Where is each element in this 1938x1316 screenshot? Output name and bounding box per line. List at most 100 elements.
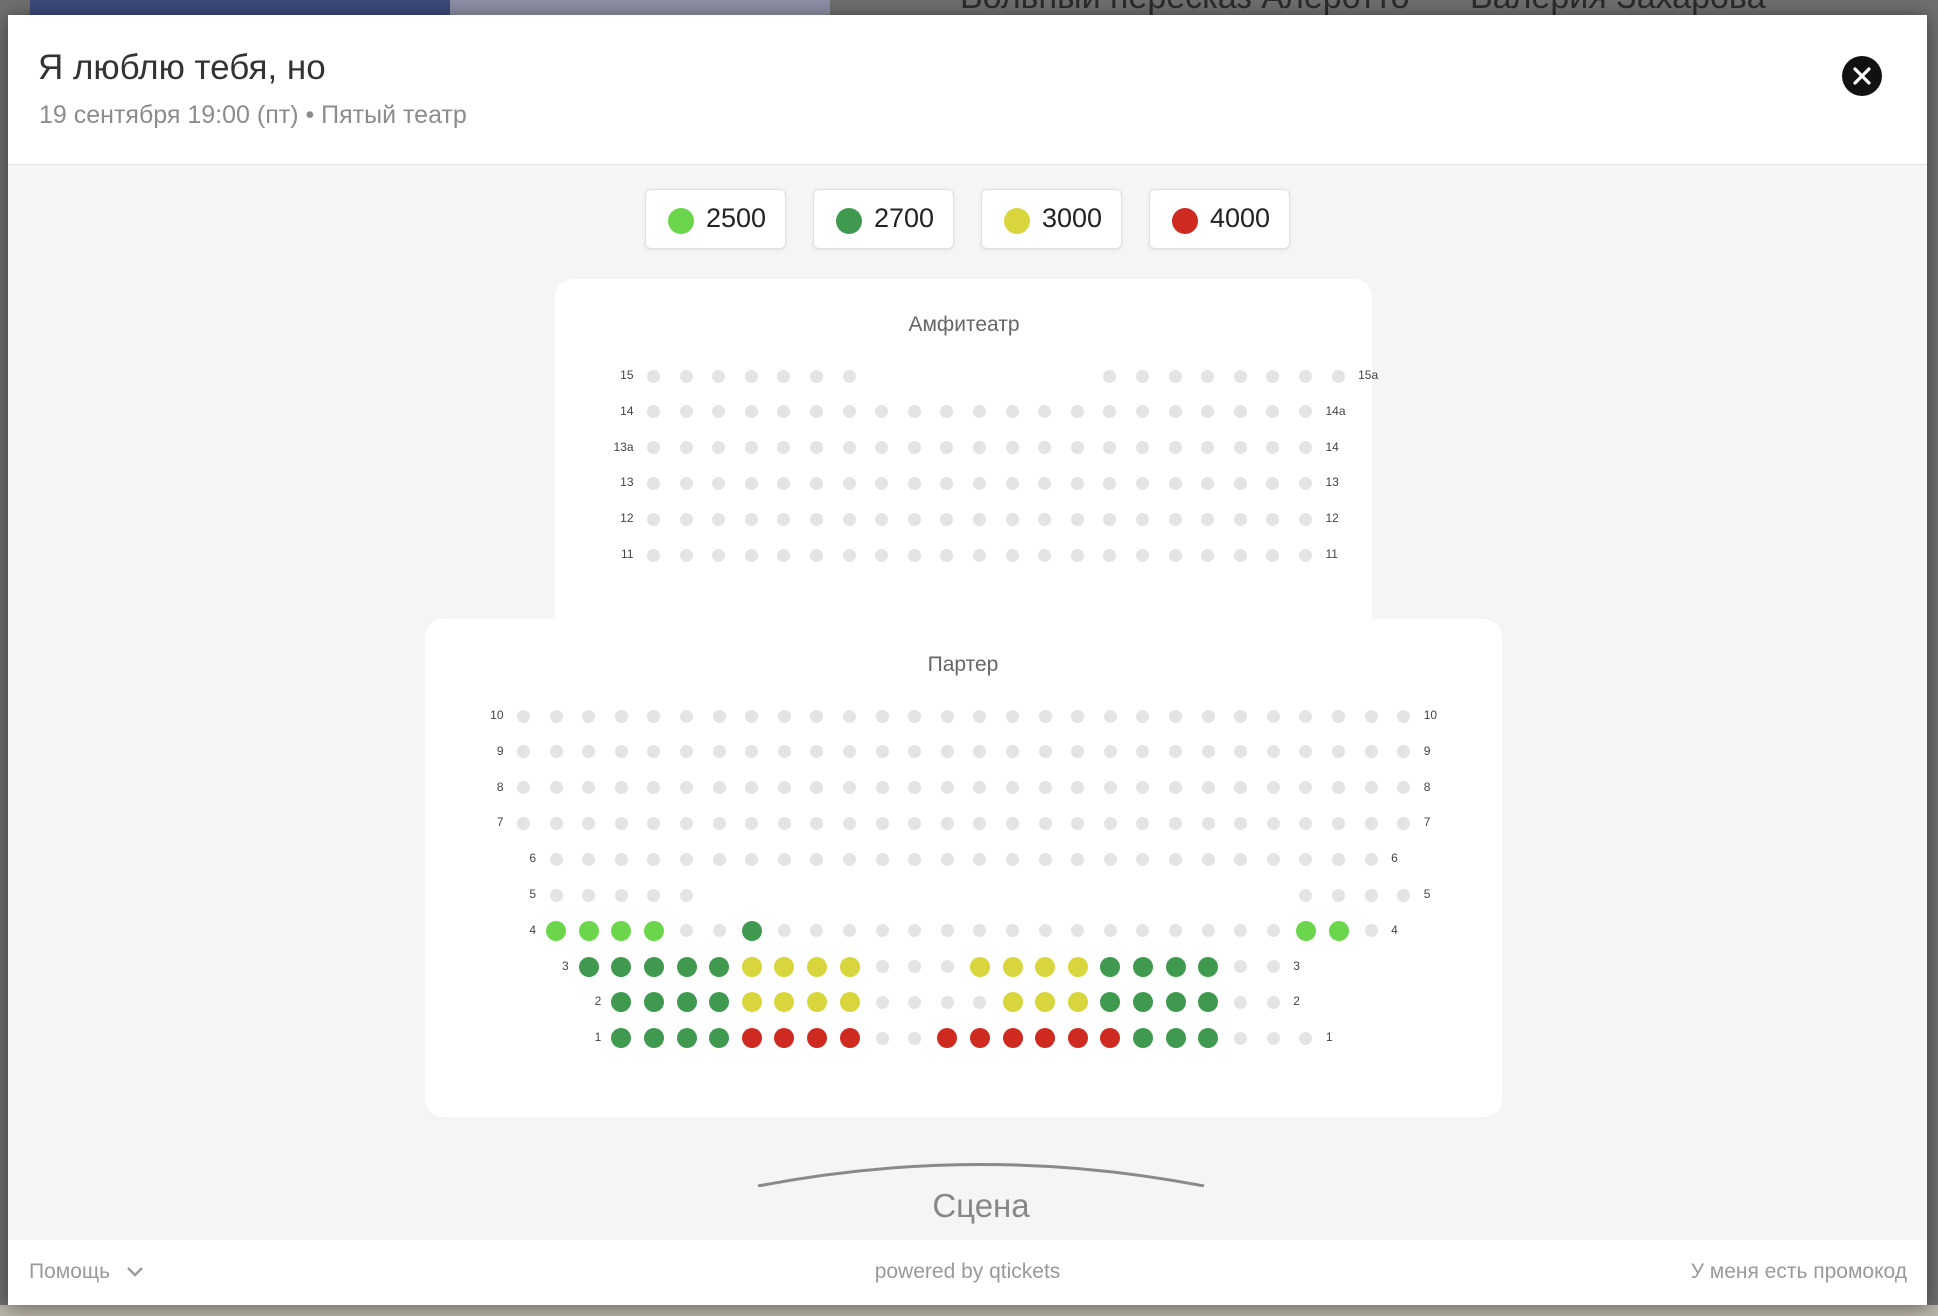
seat-unavailable <box>680 816 693 830</box>
seat-unavailable <box>744 476 758 490</box>
seat-unavailable <box>582 888 596 902</box>
seat-available-2700[interactable] <box>1132 956 1153 977</box>
seat-available-2700[interactable] <box>709 956 730 977</box>
seat-unavailable <box>1299 548 1312 562</box>
seat-available-2500[interactable] <box>546 920 567 941</box>
seat-available-4000[interactable] <box>1002 1028 1023 1049</box>
seat-unavailable <box>712 745 726 759</box>
row-label-left: 5 <box>529 887 537 901</box>
seat-available-2700[interactable] <box>1165 956 1186 977</box>
seat-available-3000[interactable] <box>1035 956 1056 977</box>
row-label-right: 14а <box>1325 403 1346 418</box>
seat-unavailable <box>1070 548 1084 562</box>
seat-unavailable <box>842 476 856 490</box>
seat-available-3000[interactable] <box>839 956 860 977</box>
seat-unavailable <box>712 548 726 562</box>
seat-available-2700[interactable] <box>1198 956 1219 977</box>
seat-unavailable <box>843 852 856 866</box>
row-label-left: 2 <box>594 994 602 1009</box>
seat-unavailable <box>1299 476 1312 490</box>
seat-available-2700[interactable] <box>676 1028 697 1049</box>
seat-available-4000[interactable] <box>741 1028 762 1049</box>
seat-unavailable <box>1169 781 1182 795</box>
seat-unavailable <box>1233 512 1247 526</box>
seat-available-2700[interactable] <box>643 956 664 977</box>
seat-available-3000[interactable] <box>1067 956 1088 977</box>
seat-available-3000[interactable] <box>839 992 860 1013</box>
seat-unavailable <box>875 960 889 974</box>
seat-unavailable <box>1364 816 1378 830</box>
seat-unavailable <box>1234 816 1248 830</box>
seat-available-2700[interactable] <box>1165 1028 1186 1049</box>
seat-available-2700[interactable] <box>1132 1028 1153 1049</box>
seat-available-2700[interactable] <box>643 1028 664 1049</box>
seat-unavailable <box>1332 888 1345 902</box>
row-label-left: 3 <box>562 958 569 973</box>
seat-available-2500[interactable] <box>611 920 632 941</box>
seat-available-3000[interactable] <box>1002 992 1023 1013</box>
seat-available-4000[interactable] <box>806 1028 827 1049</box>
seat-unavailable <box>1168 441 1182 455</box>
seat-available-2700[interactable] <box>676 992 697 1013</box>
row-label-right: 15а <box>1358 368 1379 382</box>
seat-unavailable <box>1005 441 1019 455</box>
seat-available-2700[interactable] <box>1100 956 1121 977</box>
seat-available-2700[interactable] <box>741 920 762 941</box>
seat-available-3000[interactable] <box>1002 956 1023 977</box>
seat-unavailable <box>1266 995 1280 1009</box>
seat-available-2700[interactable] <box>1165 992 1186 1013</box>
seat-unavailable <box>1006 852 1019 866</box>
seat-unavailable <box>679 441 693 455</box>
seat-available-3000[interactable] <box>774 956 795 977</box>
seat-available-2500[interactable] <box>578 920 599 941</box>
seat-unavailable <box>843 709 856 723</box>
seat-unavailable <box>745 852 759 866</box>
seat-available-4000[interactable] <box>839 1028 860 1049</box>
seat-available-4000[interactable] <box>969 1028 990 1049</box>
seat-unavailable <box>1038 548 1052 562</box>
section-title-amphitheater: Амфитеатр <box>908 313 1020 336</box>
seat-unavailable <box>777 548 791 562</box>
seat-available-3000[interactable] <box>741 956 762 977</box>
seat-available-3000[interactable] <box>1067 992 1088 1013</box>
seat-available-3000[interactable] <box>741 992 762 1013</box>
seat-available-2500[interactable] <box>1328 920 1349 941</box>
row-label-right: 10 <box>1423 708 1438 722</box>
seat-available-2500[interactable] <box>1295 920 1316 941</box>
seat-unavailable <box>810 476 823 490</box>
seat-available-2500[interactable] <box>643 920 664 941</box>
promo-code-link[interactable]: У меня есть промокод <box>1691 1260 1907 1284</box>
seat-unavailable <box>1364 745 1378 759</box>
seat-unavailable <box>647 512 660 526</box>
stage-arc <box>757 1163 1205 1188</box>
seat-unavailable <box>875 709 889 723</box>
seat-unavailable <box>875 548 889 562</box>
seat-unavailable <box>1233 476 1247 490</box>
seat-unavailable <box>940 816 954 830</box>
seat-unavailable <box>1397 709 1411 723</box>
seat-unavailable <box>582 816 596 830</box>
seat-unavailable <box>908 709 922 723</box>
seat-unavailable <box>680 709 693 723</box>
seat-available-3000[interactable] <box>806 956 827 977</box>
seat-unavailable <box>1332 816 1345 830</box>
seat-available-3000[interactable] <box>969 956 990 977</box>
seat-available-2700[interactable] <box>676 956 697 977</box>
seat-unavailable <box>1299 369 1312 383</box>
seat-available-2700[interactable] <box>578 956 599 977</box>
seat-unavailable <box>744 369 758 383</box>
seat-unavailable <box>1332 781 1345 795</box>
seat-unavailable <box>1201 369 1215 383</box>
seat-available-2700[interactable] <box>611 956 632 977</box>
seat-unavailable <box>1038 512 1052 526</box>
seat-available-4000[interactable] <box>1067 1028 1088 1049</box>
seat-unavailable <box>1266 816 1280 830</box>
background-poster <box>30 0 450 15</box>
row-label-right: 3 <box>1293 958 1300 973</box>
row-label-left: 7 <box>496 815 504 830</box>
seat-unavailable <box>1201 476 1215 490</box>
seat-unavailable <box>1038 745 1052 759</box>
seat-unavailable <box>940 960 954 974</box>
seat-unavailable <box>1070 476 1084 490</box>
seat-unavailable <box>842 548 856 562</box>
